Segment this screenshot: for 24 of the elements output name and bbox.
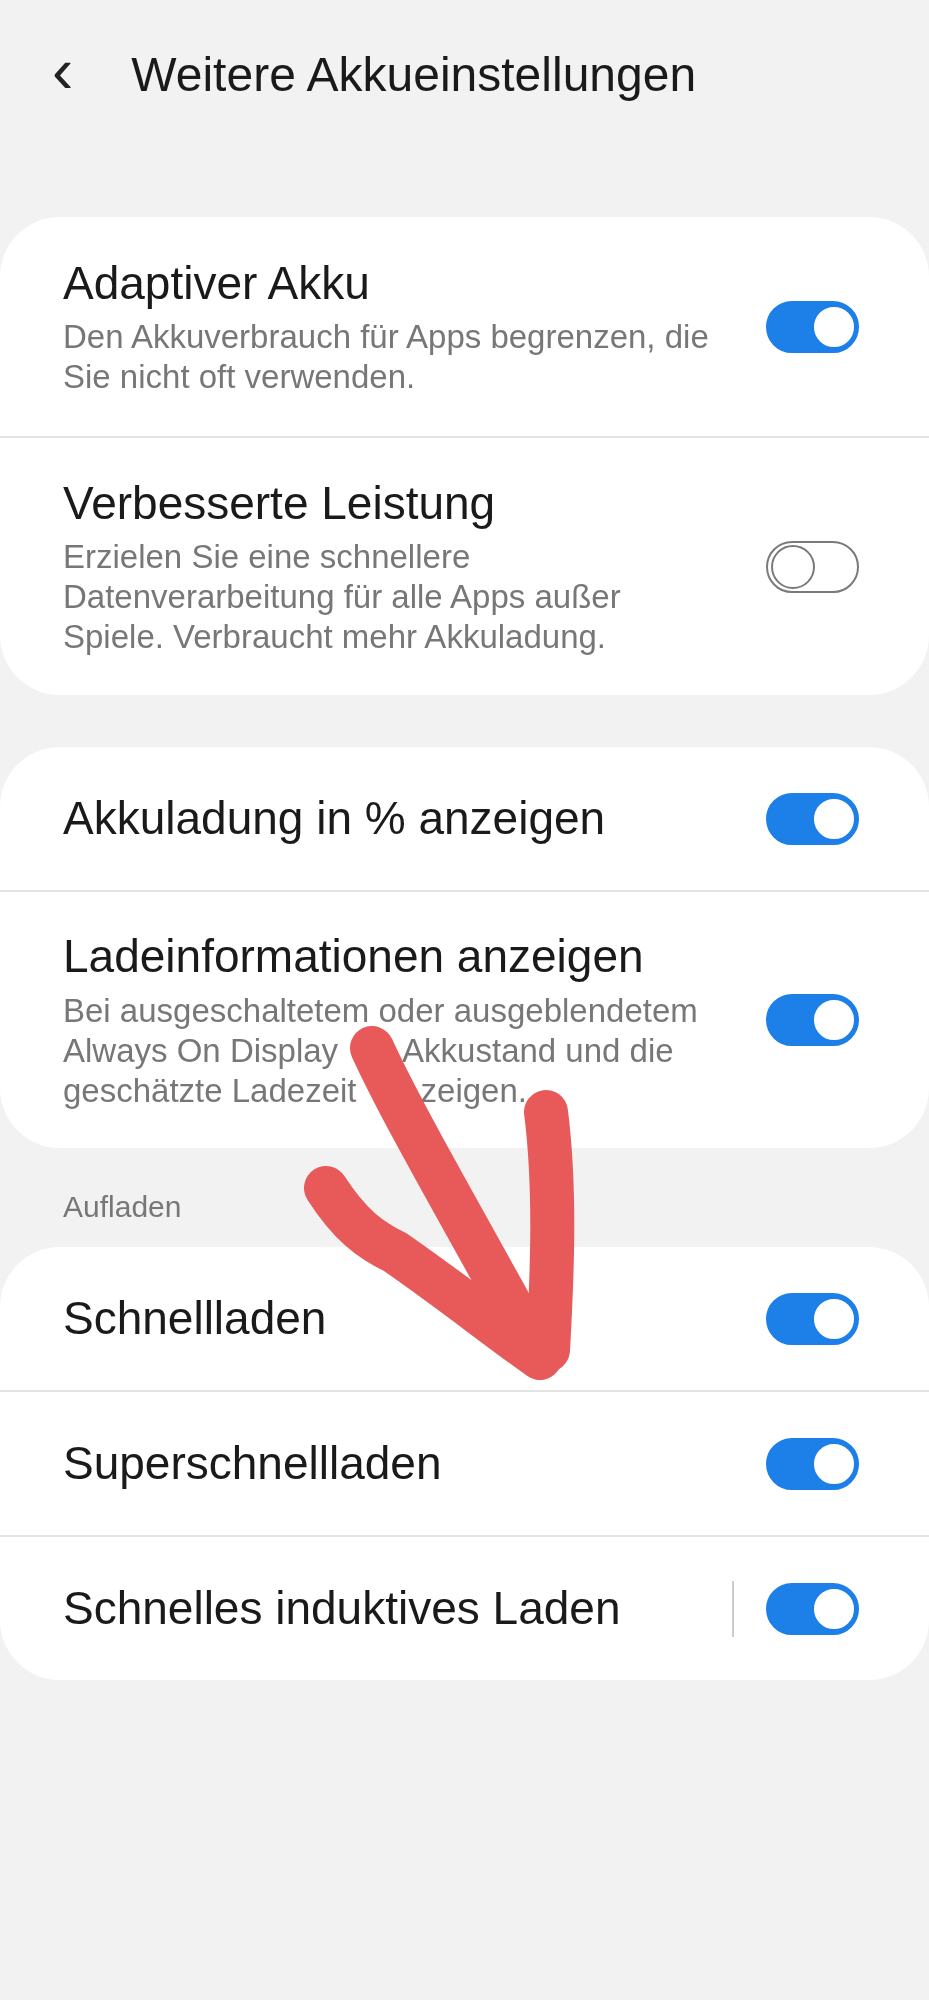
description-fragment: Always On Display [63, 1030, 339, 1071]
description-fragment: Bei ausgeschaltetem oder ausgeblendetem [63, 990, 698, 1031]
toggle-switch[interactable] [766, 1437, 859, 1490]
setting-title: Akkuladung in % anzeigen [63, 790, 607, 846]
setting-title: Schnelles induktives Laden [63, 1580, 622, 1636]
toggle-switch[interactable] [766, 300, 859, 353]
setting-title: Schnellladen [63, 1290, 328, 1346]
page-title: Weitere Akkueinstellungen [131, 47, 697, 103]
setting-description: Den Akkuverbrauch für Apps begrenzen, die Sie nicht oft verwenden. [63, 317, 710, 398]
toggle-switch[interactable] [766, 1292, 859, 1345]
description-fragment: zeigen. [420, 1070, 527, 1111]
description-fragment: Akkustand und die [402, 1030, 674, 1071]
description-fragment: geschätzte Ladezeit [63, 1070, 357, 1111]
setting-title: Verbesserte Leistung [63, 475, 497, 531]
setting-title: Ladeinformationen anzeigen [63, 929, 645, 985]
toggle-switch[interactable] [766, 994, 859, 1046]
back-button[interactable]: ‹ [52, 38, 94, 112]
setting-description: Erzielen Sie eine schnellere Datenverarbeitung für alle Apps außer Spiele. Verbraucht mehr Akkuladung. [63, 537, 622, 658]
toggle-switch[interactable] [766, 1582, 859, 1635]
toggle-switch[interactable] [766, 792, 859, 845]
section-heading: Aufladen [62, 1189, 183, 1225]
toggle-switch[interactable] [766, 540, 859, 593]
setting-title: Adaptiver Akku [63, 255, 371, 311]
setting-title: Superschnellladen [63, 1435, 443, 1491]
